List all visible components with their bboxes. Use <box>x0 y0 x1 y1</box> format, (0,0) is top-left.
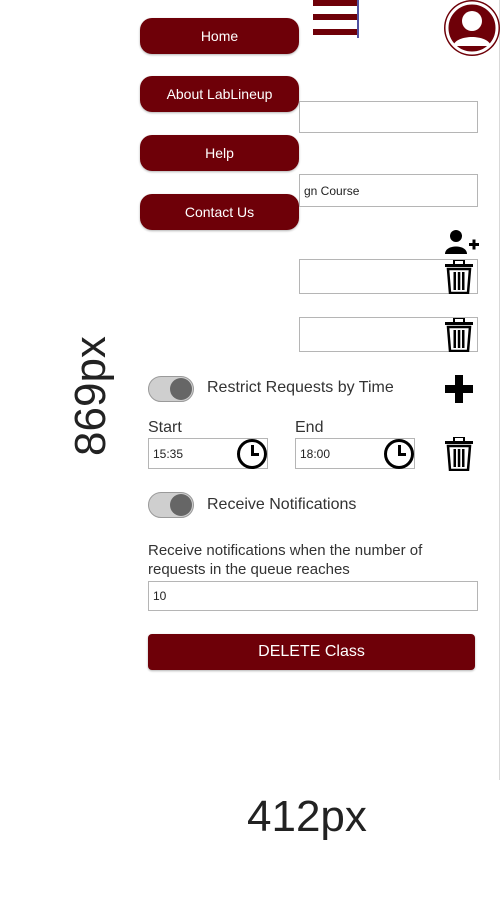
height-annotation: 869px <box>66 336 115 456</box>
menu-item-label: Contact Us <box>184 204 255 220</box>
menu-item-home[interactable]: Home <box>140 18 299 54</box>
notifications-toggle[interactable] <box>148 492 194 518</box>
hamburger-bar <box>313 29 359 35</box>
toggle-knob <box>170 378 192 400</box>
menu-item-label: Home <box>200 28 239 44</box>
clock-icon[interactable] <box>236 438 268 470</box>
menu-item-label: About LabLineup <box>166 86 273 102</box>
threshold-value: 10 <box>153 589 167 603</box>
hamburger-bar <box>313 0 359 6</box>
threshold-label-line2: requests in the queue reaches <box>148 561 350 578</box>
user-avatar-icon[interactable] <box>444 0 500 56</box>
start-time-value: 15:35 <box>153 446 184 461</box>
course-input-value: gn Course <box>304 183 360 198</box>
threshold-input[interactable]: 10 <box>148 581 478 611</box>
end-time-value: 18:00 <box>300 446 331 461</box>
end-label: End <box>295 419 324 436</box>
clock-icon[interactable] <box>383 438 415 470</box>
menu-item-contact[interactable]: Contact Us <box>140 194 299 230</box>
restrict-toggle[interactable] <box>148 376 194 402</box>
notifications-label: Receive Notifications <box>207 496 357 513</box>
menu-item-about[interactable]: About LabLineup <box>140 76 299 112</box>
menu-item-label: Help <box>205 145 234 161</box>
trash-icon[interactable] <box>443 259 475 295</box>
trash-icon[interactable] <box>443 436 475 472</box>
course-input[interactable]: gn Course <box>299 174 478 207</box>
delete-class-label: DELETE Class <box>258 643 365 660</box>
hamburger-bar <box>313 14 359 20</box>
menu-item-help[interactable]: Help <box>140 135 299 171</box>
class-name-input[interactable] <box>299 101 478 133</box>
start-label: Start <box>148 419 182 436</box>
delete-class-button[interactable]: DELETE Class <box>148 634 475 670</box>
add-user-icon[interactable] <box>445 229 479 255</box>
width-annotation: 412px <box>247 792 367 841</box>
threshold-label-line1: Receive notifications when the number of <box>148 542 423 559</box>
toggle-knob <box>170 494 192 516</box>
restrict-label: Restrict Requests by Time <box>207 379 394 396</box>
hamburger-edge <box>357 0 359 38</box>
hamburger-icon[interactable] <box>313 0 359 38</box>
plus-icon[interactable] <box>445 375 473 403</box>
trash-icon[interactable] <box>443 317 475 353</box>
